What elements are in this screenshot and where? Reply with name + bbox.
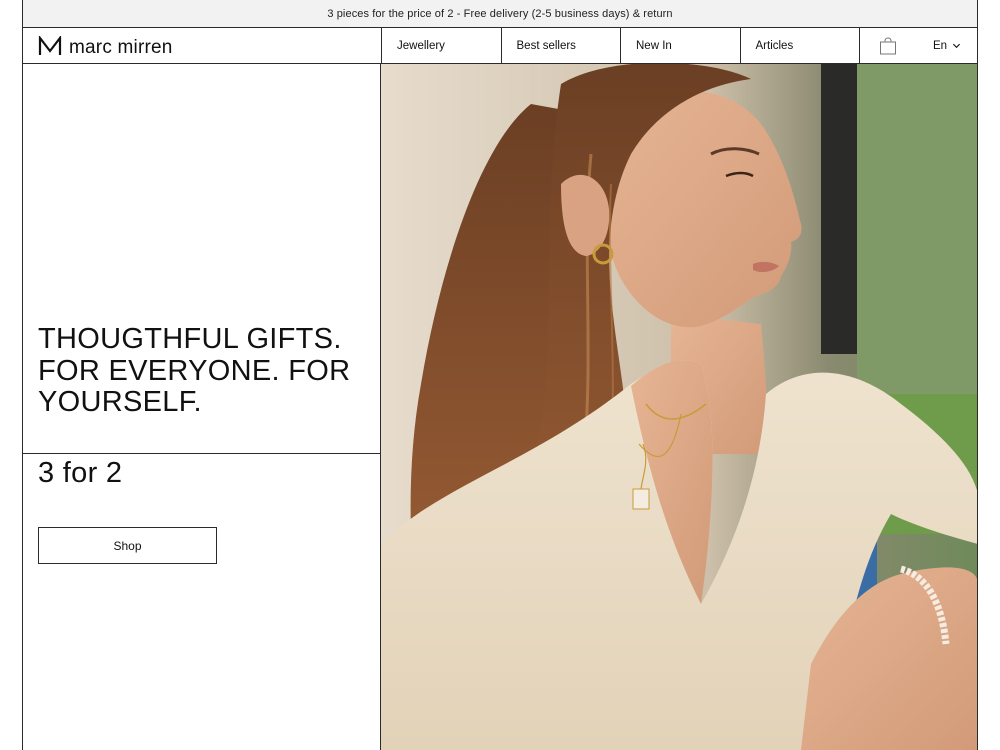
promo-text: 3 pieces for the price of 2 - Free deliv… (327, 7, 673, 20)
nav-item-articles[interactable]: Articles (739, 28, 860, 63)
chevron-down-icon (953, 43, 961, 49)
language-selector[interactable]: En (933, 40, 961, 52)
offer-text: 3 for 2 (38, 457, 123, 489)
site-header: marc mirren Jewellery Best sellers New I… (23, 28, 977, 64)
nav-item-new-in[interactable]: New In (620, 28, 740, 63)
header-tools: En (859, 28, 977, 63)
promo-banner: 3 pieces for the price of 2 - Free deliv… (23, 0, 977, 28)
nav-item-best-sellers[interactable]: Best sellers (500, 28, 621, 63)
hero-text-panel: THOUGTHFUL GIFTS. FOR EVERYONE. FOR YOUR… (23, 64, 380, 750)
hero-photo (381, 64, 977, 750)
logo-mark-icon (38, 35, 62, 55)
hero-image (380, 64, 977, 750)
main-nav: Jewellery Best sellers New In Articles (381, 28, 859, 63)
logo-text: marc mirren (69, 36, 173, 58)
logo[interactable]: marc mirren (23, 28, 381, 63)
page-frame: 3 pieces for the price of 2 - Free deliv… (22, 0, 978, 750)
nav-item-jewellery[interactable]: Jewellery (381, 28, 501, 63)
shop-button[interactable]: Shop (38, 527, 217, 564)
shopping-bag-icon[interactable] (879, 37, 897, 55)
divider (23, 453, 380, 454)
hero-headline: THOUGTHFUL GIFTS. FOR EVERYONE. FOR YOUR… (38, 323, 351, 418)
language-label: En (933, 39, 948, 52)
